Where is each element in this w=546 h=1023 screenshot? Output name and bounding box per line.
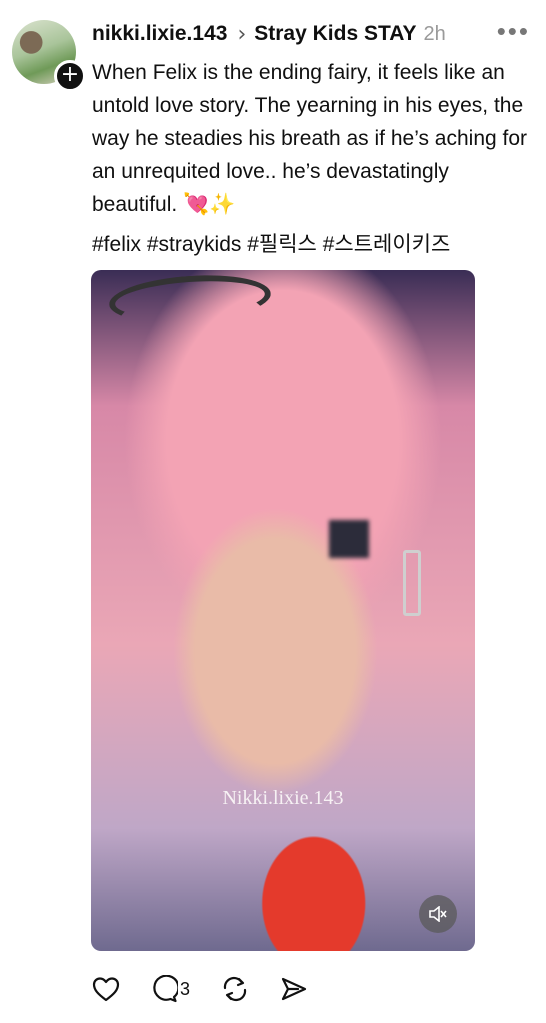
follow-plus-icon[interactable]: +	[54, 60, 86, 92]
heart-icon	[92, 977, 120, 1002]
reply-count: 3	[180, 978, 191, 999]
post-video[interactable]: Nikki.lixie.143	[91, 270, 475, 951]
repost-icon	[223, 976, 247, 1002]
earring-shape	[403, 550, 421, 616]
post-time: 2h	[423, 22, 446, 45]
censor-square	[329, 520, 369, 558]
community-name[interactable]: Stray Kids STAY	[254, 22, 416, 46]
like-button[interactable]	[92, 976, 120, 1002]
sunglasses-shape	[107, 270, 273, 328]
sparkles-emoji: ✨	[209, 192, 236, 216]
reply-button[interactable]: 3	[150, 975, 190, 1003]
post-text: When Felix is the ending fairy, it feels…	[92, 61, 528, 216]
comment-icon	[153, 975, 178, 1003]
avatar-container[interactable]: +	[12, 20, 86, 92]
repost-button[interactable]	[220, 975, 250, 1003]
more-options-icon[interactable]: •••	[497, 16, 530, 47]
heart-arrow-emoji: 💘	[183, 192, 210, 216]
share-button[interactable]	[280, 976, 308, 1002]
send-icon	[281, 977, 307, 1001]
mute-button[interactable]	[419, 895, 457, 933]
video-watermark: Nikki.lixie.143	[222, 787, 344, 809]
chevron-right-icon: ›	[237, 21, 247, 47]
post-actions: 3	[92, 972, 338, 1006]
post-header: nikki.lixie.143 › Stray Kids STAY 2h •••	[92, 16, 530, 48]
post-body: When Felix is the ending fairy, it feels…	[92, 56, 532, 221]
hashtags[interactable]: #felix #straykids #필릭스 #스트레이키즈	[92, 228, 450, 258]
muted-speaker-icon	[429, 906, 447, 922]
username[interactable]: nikki.lixie.143	[92, 22, 227, 46]
